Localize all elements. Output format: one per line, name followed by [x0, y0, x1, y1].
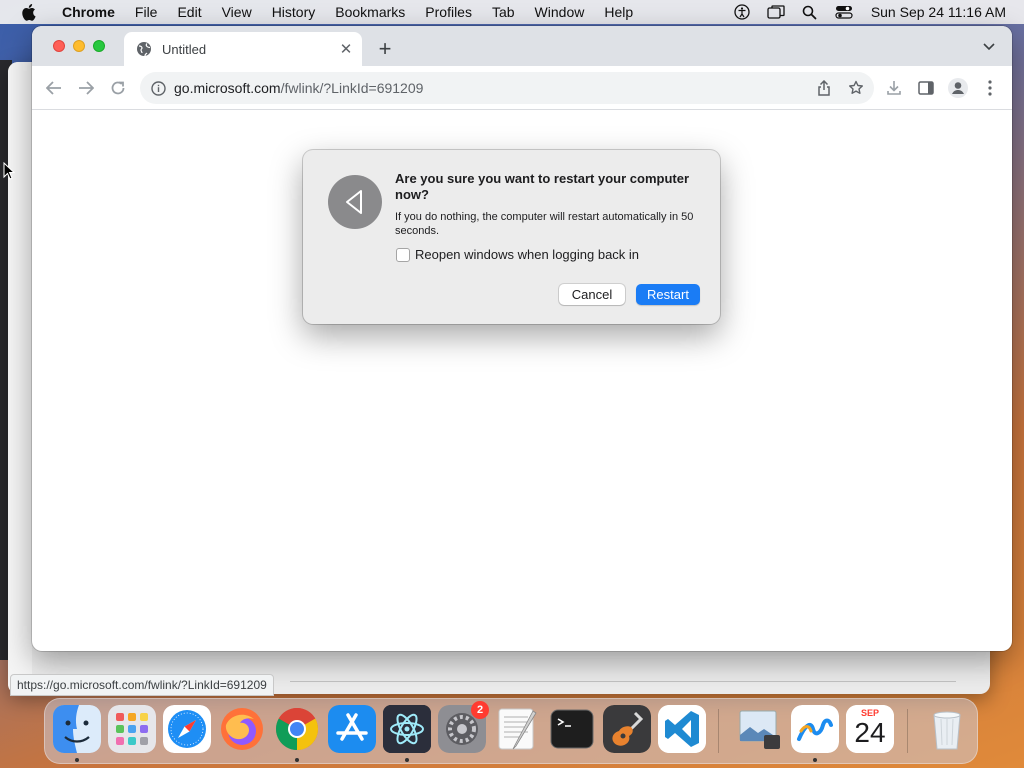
- dock-textedit-icon[interactable]: [493, 705, 541, 753]
- tab-strip: Untitled ✕ +: [32, 26, 1012, 66]
- url-path: /fwlink/?LinkId=691209: [280, 80, 424, 96]
- restart-dialog: Are you sure you want to restart your co…: [303, 150, 720, 324]
- dock-terminal-icon[interactable]: [548, 705, 596, 753]
- dock-separator: [718, 709, 719, 753]
- more-menu-icon[interactable]: [978, 76, 1002, 100]
- dock-launchpad-icon[interactable]: [108, 705, 156, 753]
- menu-tab[interactable]: Tab: [482, 0, 525, 24]
- menu-bar: Chrome File Edit View History Bookmarks …: [0, 0, 1024, 24]
- dock-running-indicator: [295, 758, 299, 762]
- new-tab-button[interactable]: +: [374, 38, 396, 60]
- mouse-cursor-icon: [3, 162, 15, 180]
- accessibility-icon[interactable]: [725, 0, 759, 24]
- chrome-window: Untitled ✕ + go.microsoft.com/fwlink/?Li…: [32, 26, 1012, 651]
- screen-mirroring-icon[interactable]: [759, 0, 793, 24]
- background-window-sidebar: [8, 62, 32, 694]
- tab-title: Untitled: [162, 41, 207, 57]
- profile-avatar-icon[interactable]: [946, 76, 970, 100]
- globe-icon: [136, 41, 152, 57]
- dock-garageband-icon[interactable]: [603, 705, 651, 753]
- dock: 2 SEP 24: [44, 698, 978, 764]
- window-zoom-button[interactable]: [93, 40, 105, 52]
- reload-icon[interactable]: [106, 76, 130, 100]
- window-minimize-button[interactable]: [73, 40, 85, 52]
- reopen-windows-label[interactable]: Reopen windows when logging back in: [415, 247, 639, 262]
- restart-button[interactable]: Restart: [636, 284, 700, 305]
- side-panel-icon[interactable]: [914, 76, 938, 100]
- menu-window[interactable]: Window: [525, 0, 595, 24]
- menu-edit[interactable]: Edit: [167, 0, 211, 24]
- dock-electron-icon[interactable]: [383, 705, 431, 753]
- dock-app-store-icon[interactable]: [328, 705, 376, 753]
- dock-firefox-icon[interactable]: [218, 705, 266, 753]
- dialog-title: Are you sure you want to restart your co…: [395, 171, 690, 202]
- dock-chrome-icon[interactable]: [273, 705, 321, 753]
- dock-running-indicator: [405, 758, 409, 762]
- dock-finder-icon[interactable]: [53, 705, 101, 753]
- download-icon[interactable]: [882, 76, 906, 100]
- menu-history[interactable]: History: [262, 0, 326, 24]
- back-arrow-icon[interactable]: [42, 76, 66, 100]
- control-center-icon[interactable]: [827, 0, 861, 24]
- tab-search-chevron-icon[interactable]: [980, 38, 998, 56]
- restart-icon: [328, 175, 382, 229]
- share-icon[interactable]: [814, 78, 834, 98]
- status-menus: Sun Sep 24 11:16 AM: [725, 0, 1024, 24]
- dock-preview-icon[interactable]: [736, 705, 784, 753]
- dock-running-indicator: [813, 758, 817, 762]
- reopen-windows-checkbox[interactable]: [396, 248, 410, 262]
- address-bar[interactable]: go.microsoft.com/fwlink/?LinkId=691209: [140, 72, 874, 104]
- site-info-icon[interactable]: [150, 80, 166, 96]
- dock-freeform-icon[interactable]: [791, 705, 839, 753]
- cancel-button[interactable]: Cancel: [559, 284, 625, 305]
- background-divider: [290, 681, 956, 682]
- tab-close-icon[interactable]: ✕: [336, 39, 356, 59]
- menu-bookmarks[interactable]: Bookmarks: [325, 0, 415, 24]
- bookmark-star-icon[interactable]: [846, 78, 866, 98]
- dialog-message: If you do nothing, the computer will res…: [395, 211, 694, 237]
- spotlight-search-icon[interactable]: [793, 0, 827, 24]
- menu-profiles[interactable]: Profiles: [415, 0, 482, 24]
- dock-vscode-icon[interactable]: [658, 705, 706, 753]
- url-text[interactable]: go.microsoft.com/fwlink/?LinkId=691209: [174, 80, 423, 96]
- dock-safari-icon[interactable]: [163, 705, 211, 753]
- calendar-day: 24: [854, 717, 886, 748]
- browser-toolbar: go.microsoft.com/fwlink/?LinkId=691209: [32, 66, 1012, 110]
- menu-file[interactable]: File: [125, 0, 168, 24]
- menu-app-name[interactable]: Chrome: [52, 0, 125, 24]
- notification-badge: 2: [471, 701, 489, 719]
- dock-separator: [907, 709, 908, 753]
- link-status-bubble: https://go.microsoft.com/fwlink/?LinkId=…: [10, 674, 274, 696]
- dock-trash-icon[interactable]: [923, 705, 971, 753]
- menu-clock[interactable]: Sun Sep 24 11:16 AM: [861, 4, 1024, 20]
- menu-help[interactable]: Help: [594, 0, 643, 24]
- forward-arrow-icon[interactable]: [74, 76, 98, 100]
- menu-view[interactable]: View: [212, 0, 262, 24]
- url-host: go.microsoft.com: [174, 80, 281, 96]
- window-close-button[interactable]: [53, 40, 65, 52]
- browser-tab[interactable]: Untitled ✕: [124, 32, 362, 66]
- apple-menu-icon[interactable]: [18, 2, 38, 22]
- dock-calendar-icon[interactable]: SEP 24: [846, 705, 894, 753]
- dock-running-indicator: [75, 758, 79, 762]
